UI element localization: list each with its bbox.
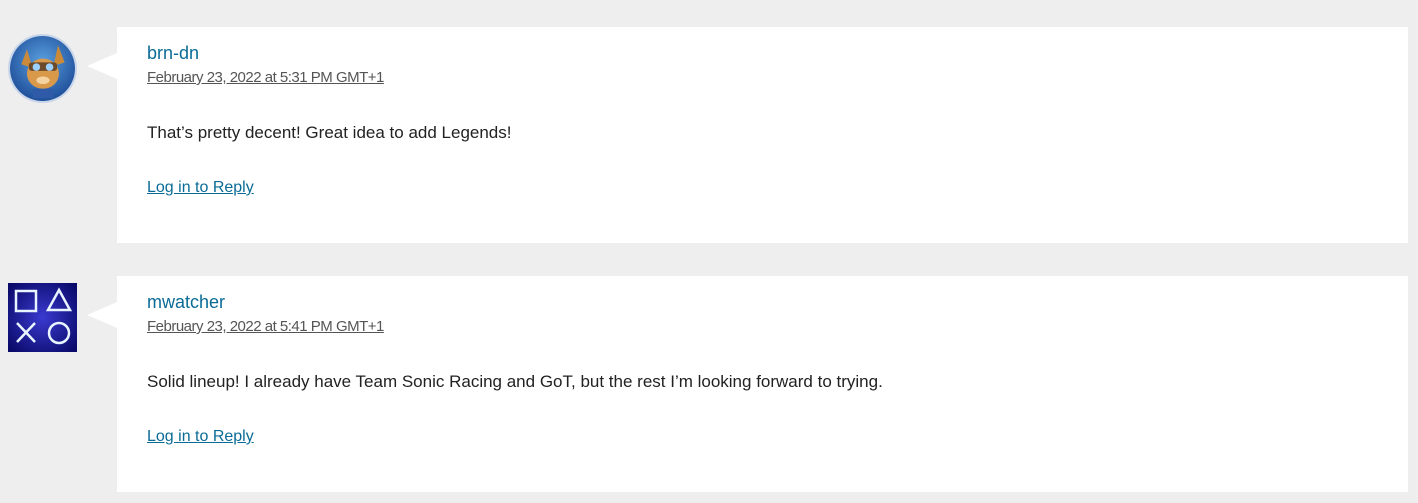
comment: mwatcher February 23, 2022 at 5:41 PM GM… — [0, 276, 1418, 492]
comment-author[interactable]: brn-dn — [147, 41, 199, 65]
ratchet-character-icon — [10, 36, 75, 101]
comment-text: That’s pretty decent! Great idea to add … — [147, 123, 512, 142]
reply-link[interactable]: Log in to Reply — [147, 177, 254, 199]
comment-text: Solid lineup! I already have Team Sonic … — [147, 372, 883, 391]
comment-date[interactable]: February 23, 2022 at 5:31 PM GMT+1 — [147, 68, 384, 88]
card-pointer — [87, 302, 117, 328]
comment-card: mwatcher February 23, 2022 at 5:41 PM GM… — [87, 276, 1408, 492]
comment-author[interactable]: mwatcher — [147, 290, 225, 314]
avatar[interactable] — [8, 283, 77, 352]
card-pointer — [87, 53, 117, 79]
playstation-symbols-icon — [8, 283, 77, 352]
reply-link[interactable]: Log in to Reply — [147, 426, 254, 448]
avatar[interactable] — [8, 34, 77, 103]
comment-card: brn-dn February 23, 2022 at 5:31 PM GMT+… — [87, 27, 1408, 243]
comment-date[interactable]: February 23, 2022 at 5:41 PM GMT+1 — [147, 317, 384, 337]
comment: brn-dn February 23, 2022 at 5:31 PM GMT+… — [0, 27, 1418, 243]
